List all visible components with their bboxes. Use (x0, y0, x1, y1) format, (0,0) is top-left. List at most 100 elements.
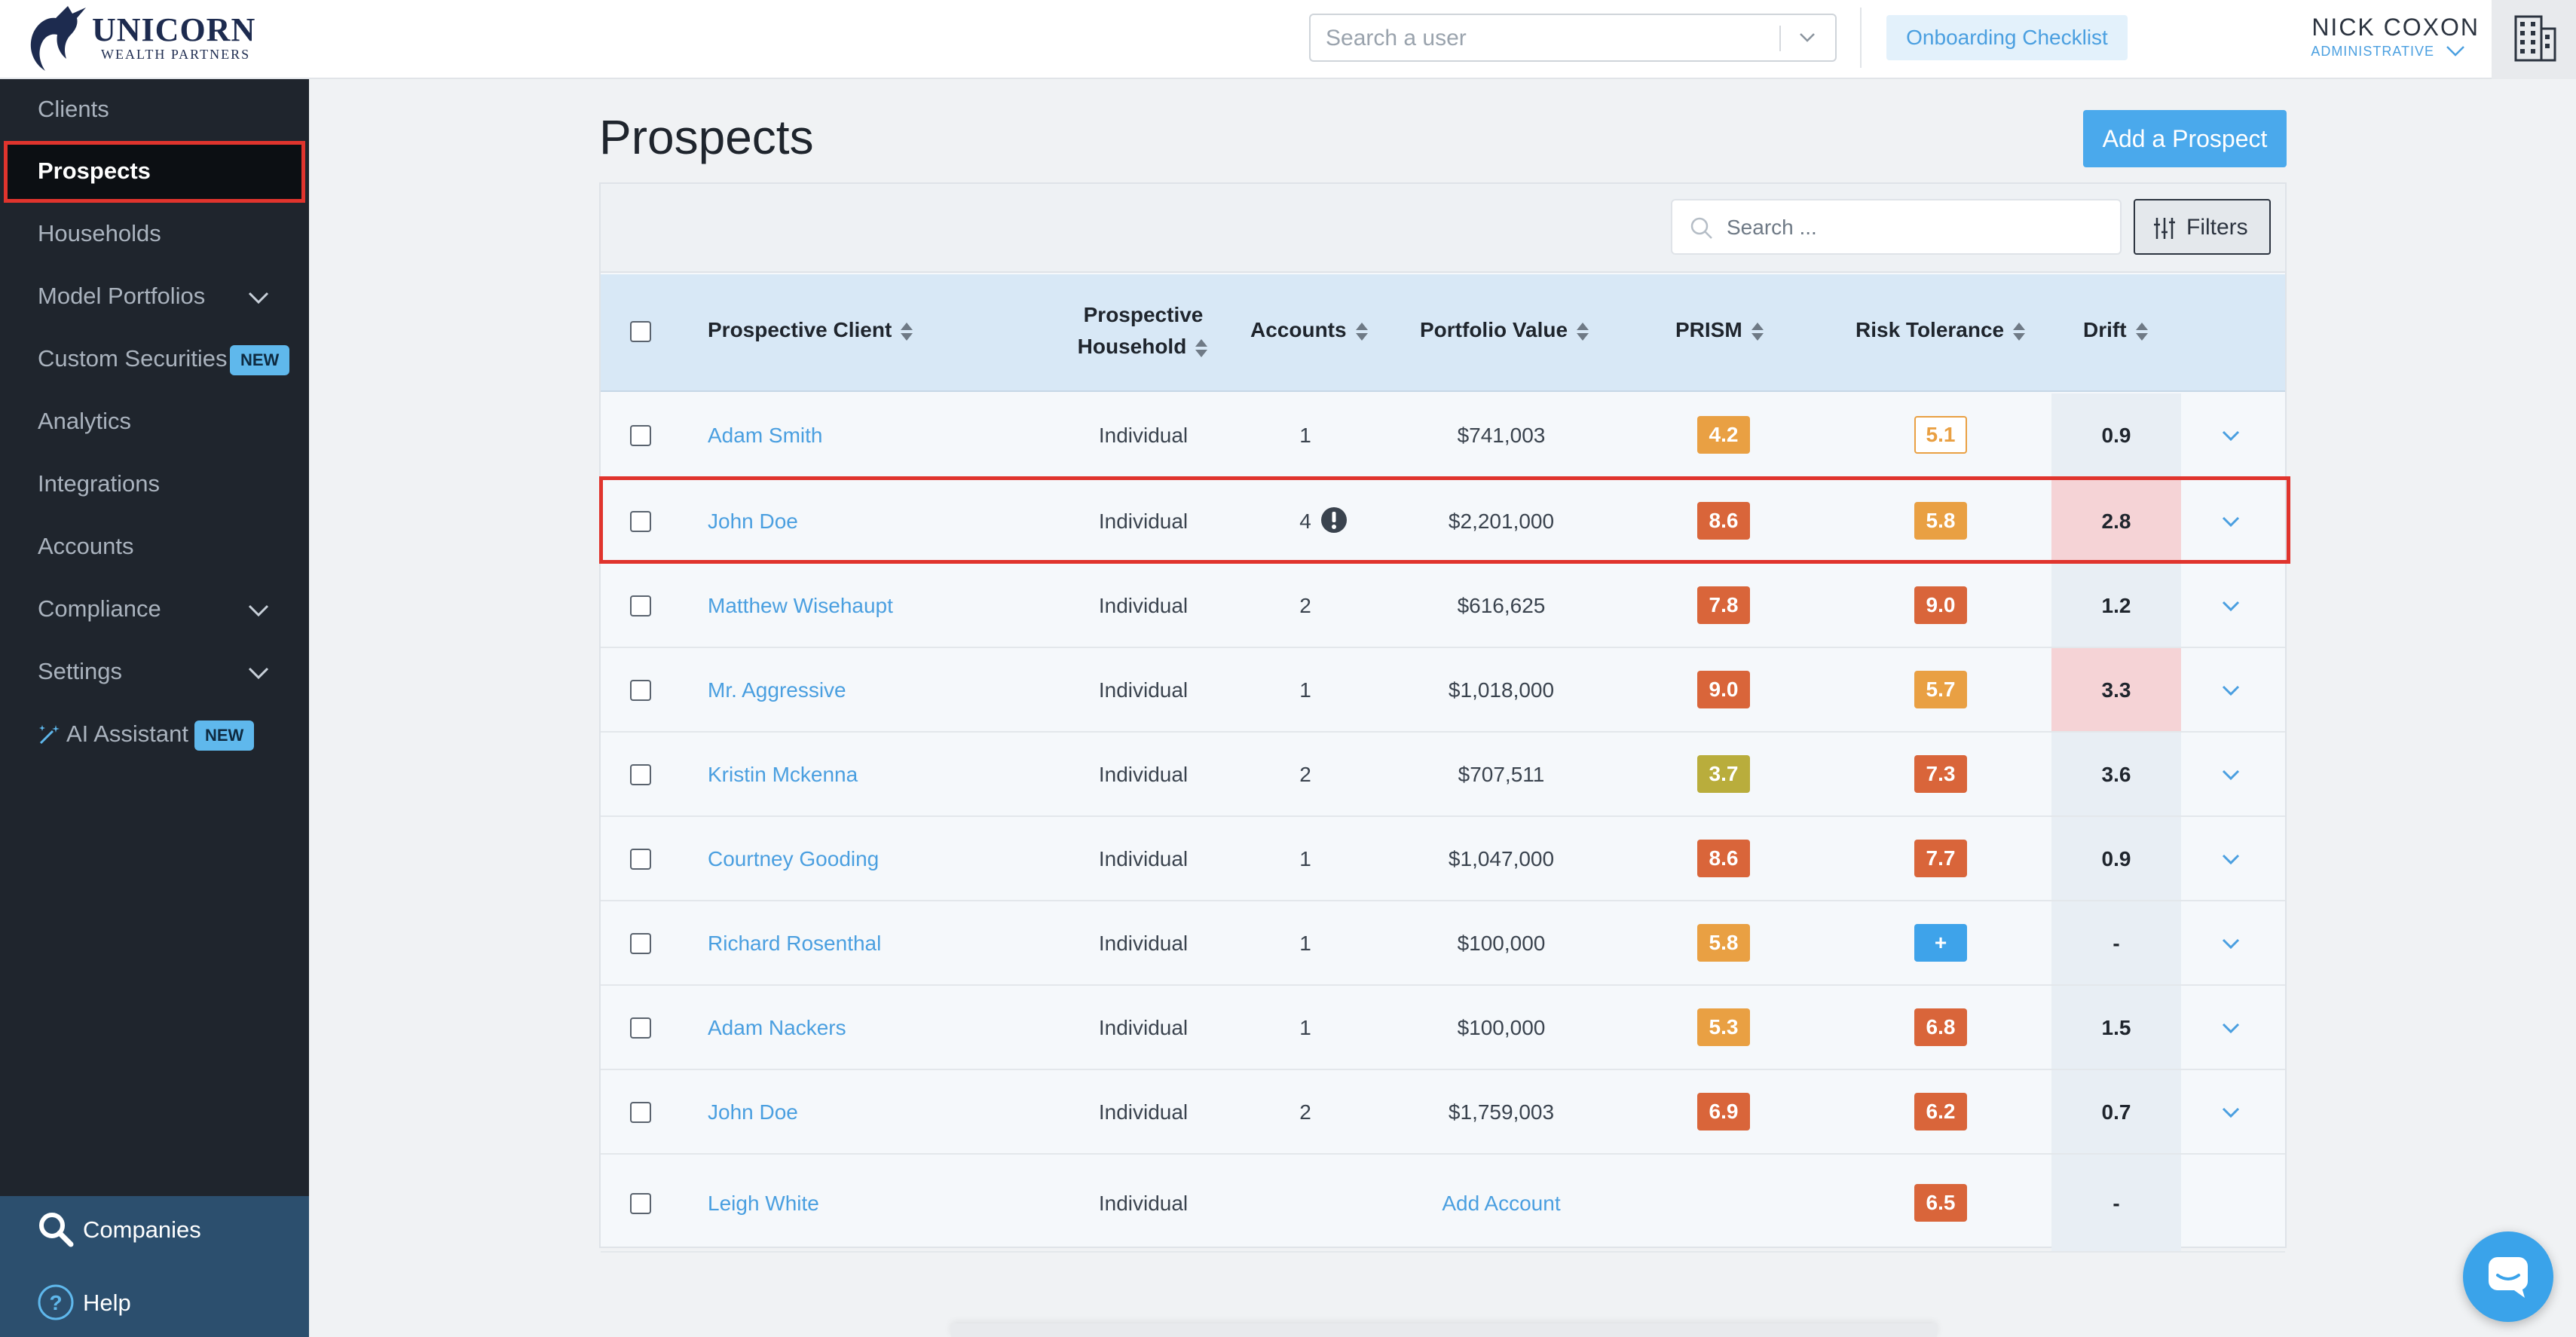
prism-score-badge[interactable]: 3.7 (1697, 755, 1750, 793)
filters-button[interactable]: Filters (2134, 199, 2271, 255)
prism-score-badge[interactable]: 5.8 (1697, 924, 1750, 962)
risk-tolerance-badge[interactable]: 5.8 (1914, 502, 1967, 540)
row-checkbox[interactable] (630, 849, 651, 870)
brand-logo[interactable]: UNICORN WEALTH PARTNERS (23, 3, 271, 74)
prospect-name-link[interactable]: Adam Nackers (708, 1016, 846, 1040)
portfolio-value-cell[interactable]: Add Account (1400, 1192, 1603, 1216)
row-checkbox[interactable] (630, 680, 651, 701)
row-checkbox[interactable] (630, 425, 651, 446)
risk-tolerance-badge[interactable]: 6.8 (1914, 1008, 1967, 1046)
sidebar-item-help[interactable]: ? Help (0, 1269, 309, 1337)
risk-tolerance-badge[interactable]: 7.3 (1914, 755, 1967, 793)
table-row[interactable]: Adam Nackers Individual 1 $100,000 5.3 6.8 1.5 (601, 986, 2285, 1070)
user-menu-chevron-icon[interactable] (2444, 42, 2467, 60)
table-row[interactable]: Richard Rosenthal Individual 1 $100,000 5.8 +… (601, 901, 2285, 986)
column-header-accounts[interactable]: Accounts (1250, 318, 1369, 342)
column-header-household[interactable]: Prospective Household (1068, 303, 1219, 359)
prospect-name-link[interactable]: John Doe (708, 1100, 798, 1124)
prism-score-badge[interactable]: 8.6 (1697, 840, 1750, 877)
prism-score-badge[interactable]: 5.3 (1697, 1008, 1750, 1046)
table-row[interactable]: Mr. Aggressive Individual 1 $1,018,000 9.0 5.… (601, 648, 2285, 733)
prospect-name-link[interactable]: Adam Smith (708, 424, 823, 448)
onboarding-checklist-button[interactable]: Onboarding Checklist (1886, 15, 2128, 60)
user-name[interactable]: NICK COXON (2299, 14, 2480, 41)
bottom-drawer-handle[interactable] (951, 1323, 1937, 1337)
prism-score-badge[interactable]: 9.0 (1697, 671, 1750, 708)
expand-row-chevron-icon[interactable] (2220, 681, 2242, 699)
table-row[interactable]: Courtney Gooding Individual 1 $1,047,000 8.6… (601, 817, 2285, 901)
prospect-name-link[interactable]: Richard Rosenthal (708, 932, 881, 956)
household-cell: Individual (1098, 594, 1189, 617)
prospect-name-link[interactable]: Kristin Mckenna (708, 763, 858, 787)
row-checkbox[interactable] (630, 595, 651, 616)
sidebar-item-model-portfolios[interactable]: Model Portfolios (0, 266, 309, 328)
expand-row-chevron-icon[interactable] (2220, 1103, 2242, 1121)
prospect-name-link[interactable]: Courtney Gooding (708, 847, 879, 871)
prospect-name-link[interactable]: Matthew Wisehaupt (708, 594, 893, 618)
expand-row-chevron-icon[interactable] (2220, 766, 2242, 784)
risk-tolerance-badge[interactable]: 7.7 (1914, 840, 1967, 877)
row-checkbox[interactable] (630, 1102, 651, 1123)
expand-row-chevron-icon[interactable] (2220, 935, 2242, 953)
chevron-down-icon[interactable] (1794, 24, 1820, 50)
chat-launcher-button[interactable] (2463, 1231, 2553, 1322)
table-search-input[interactable]: Search ... (1671, 199, 2122, 255)
prism-score-badge[interactable]: 7.8 (1697, 586, 1750, 624)
row-checkbox[interactable] (630, 511, 651, 532)
row-checkbox[interactable] (630, 764, 651, 785)
sidebar-item-analytics[interactable]: Analytics (0, 391, 309, 453)
add-risk-tolerance-button[interactable]: + (1914, 924, 1967, 962)
column-header-portfolio-value[interactable]: Portfolio Value (1420, 318, 1590, 342)
prism-score-badge[interactable]: 4.2 (1697, 416, 1750, 454)
prospect-name-link[interactable]: Mr. Aggressive (708, 678, 846, 702)
sidebar-item-companies[interactable]: Companies (0, 1196, 309, 1264)
sidebar-item-clients[interactable]: Clients (0, 79, 309, 141)
user-search-select[interactable]: Search a user (1309, 14, 1837, 62)
table-row[interactable]: John Doe Individual 2 $1,759,003 6.9 6.2 0.7 (601, 1070, 2285, 1155)
sidebar-item-ai-assistant[interactable]: AI Assistant NEW (0, 704, 309, 766)
household-cell: Individual (1098, 1192, 1189, 1215)
expand-row-chevron-icon[interactable] (2220, 850, 2242, 868)
column-header-label: Portfolio Value (1420, 318, 1568, 341)
column-header-prism[interactable]: PRISM (1675, 318, 1765, 342)
table-row[interactable]: Matthew Wisehaupt Individual 2 $616,625 7.8 9… (601, 564, 2285, 648)
prism-score-badge[interactable]: 8.6 (1697, 502, 1750, 540)
column-header-drift[interactable]: Drift (2083, 318, 2149, 342)
risk-tolerance-badge[interactable]: 5.7 (1914, 671, 1967, 708)
column-header-client[interactable]: Prospective Client (708, 318, 914, 342)
risk-tolerance-badge[interactable]: 6.2 (1914, 1093, 1967, 1130)
sidebar-item-compliance[interactable]: Compliance (0, 579, 309, 641)
expand-row-chevron-icon[interactable] (2220, 427, 2242, 445)
sidebar-item-label: Accounts (38, 533, 134, 559)
prism-score-badge[interactable]: 6.9 (1697, 1093, 1750, 1130)
sidebar-item-settings[interactable]: Settings (0, 641, 309, 703)
prospect-name-link[interactable]: Leigh White (708, 1192, 819, 1216)
expand-row-chevron-icon[interactable] (2220, 597, 2242, 615)
risk-tolerance-badge[interactable]: 5.1 (1914, 416, 1967, 454)
table-row[interactable]: Adam Smith Individual 1 $741,003 4.2 5.1 0.9 (601, 393, 2285, 478)
table-row[interactable]: Leigh White Individual Add Account 6.5 - (601, 1155, 2285, 1253)
sidebar-item-integrations[interactable]: Integrations (0, 454, 309, 516)
expand-row-chevron-icon[interactable] (2220, 512, 2242, 531)
select-all-checkbox[interactable] (630, 321, 651, 342)
risk-tolerance-badge[interactable]: 9.0 (1914, 586, 1967, 624)
add-prospect-button[interactable]: Add a Prospect (2083, 110, 2287, 167)
user-role[interactable]: ADMINISTRATIVE (2306, 44, 2434, 60)
table-row[interactable]: John Doe Individual 4 $2,201,000 8.6 5.8 2.8 (601, 479, 2285, 564)
row-checkbox[interactable] (630, 933, 651, 954)
sidebar-item-accounts[interactable]: Accounts (0, 516, 309, 578)
row-checkbox[interactable] (630, 1193, 651, 1214)
alert-icon[interactable] (1320, 506, 1348, 534)
drift-value: 0.9 (2101, 424, 2131, 447)
column-header-risk-tolerance[interactable]: Risk Tolerance (1856, 318, 2027, 342)
expand-row-chevron-icon[interactable] (2220, 1019, 2242, 1037)
company-switcher[interactable] (2492, 0, 2576, 79)
row-checkbox[interactable] (630, 1017, 651, 1039)
risk-tolerance-badge[interactable]: 6.5 (1914, 1184, 1967, 1222)
sidebar-item-custom-securities[interactable]: Custom Securities NEW (0, 329, 309, 390)
table-row[interactable]: Kristin Mckenna Individual 2 $707,511 3.7 7.3… (601, 733, 2285, 817)
sidebar-item-households[interactable]: Households (0, 203, 309, 265)
prospect-name-link[interactable]: John Doe (708, 509, 798, 534)
sidebar-item-prospects[interactable]: Prospects (4, 141, 305, 203)
drift-value: 0.9 (2101, 847, 2131, 870)
